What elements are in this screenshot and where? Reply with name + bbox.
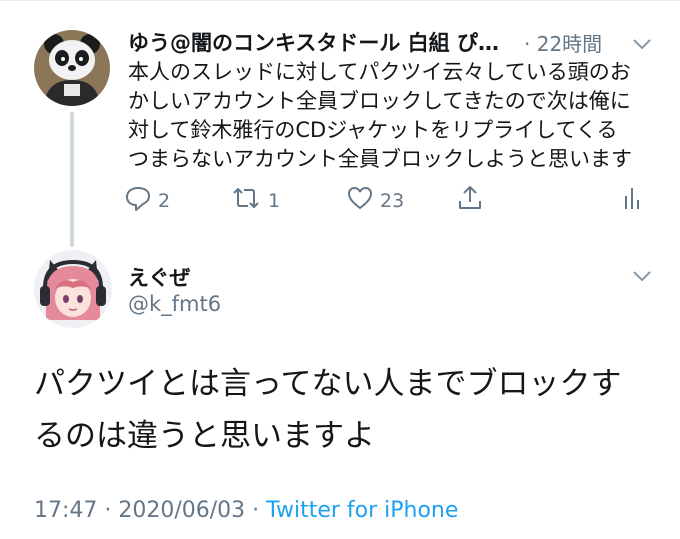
- analytics-button[interactable]: [620, 184, 644, 217]
- reply-tweet-text: パクツイとは言ってない人までブロックす るのは違うと思いますよ: [34, 366, 622, 454]
- retweet-count: 1: [268, 189, 281, 212]
- anime-girl-avatar[interactable]: [34, 250, 112, 328]
- thread-connector-line: [70, 112, 74, 247]
- parent-display-name[interactable]: ゆう@闇のコンキスタドール 白組 ぴゅ…: [128, 27, 516, 57]
- analytics-icon: [620, 184, 644, 217]
- panda-avatar[interactable]: [34, 30, 110, 106]
- top-divider: [0, 0, 680, 1]
- share-icon: [456, 184, 484, 217]
- like-button[interactable]: 23: [346, 184, 404, 217]
- parent-tweet-text: 本人のスレッドに対してパクツイ云々している頭のお かしいアカウント全員ブロックし…: [128, 60, 632, 171]
- reply-count: 2: [158, 189, 171, 212]
- parent-action-bar: 2 1 23: [120, 184, 660, 218]
- chevron-down-icon[interactable]: [630, 32, 654, 56]
- heart-icon: [346, 184, 374, 217]
- like-count: 23: [380, 189, 405, 212]
- reply-display-name[interactable]: えぐぜ: [128, 262, 190, 292]
- tweet-timestamp[interactable]: 17:47 · 2020/06/03 ·: [34, 498, 266, 523]
- chevron-down-icon[interactable]: [630, 264, 654, 288]
- reply-button[interactable]: 2: [124, 184, 170, 217]
- parent-timestamp[interactable]: · 22時間: [524, 28, 602, 57]
- reply-icon: [124, 184, 152, 217]
- tweet-meta: 17:47 · 2020/06/03 · Twitter for iPhone: [34, 498, 458, 523]
- retweet-icon: [230, 184, 262, 217]
- tweet-source-link[interactable]: Twitter for iPhone: [266, 498, 458, 523]
- reply-handle[interactable]: @k_fmt6: [128, 292, 221, 316]
- retweet-button[interactable]: 1: [230, 184, 280, 217]
- share-button[interactable]: [456, 184, 484, 217]
- parent-tweet-header: ゆう@闇のコンキスタドール 白組 ぴゅ… · 22時間: [128, 26, 658, 58]
